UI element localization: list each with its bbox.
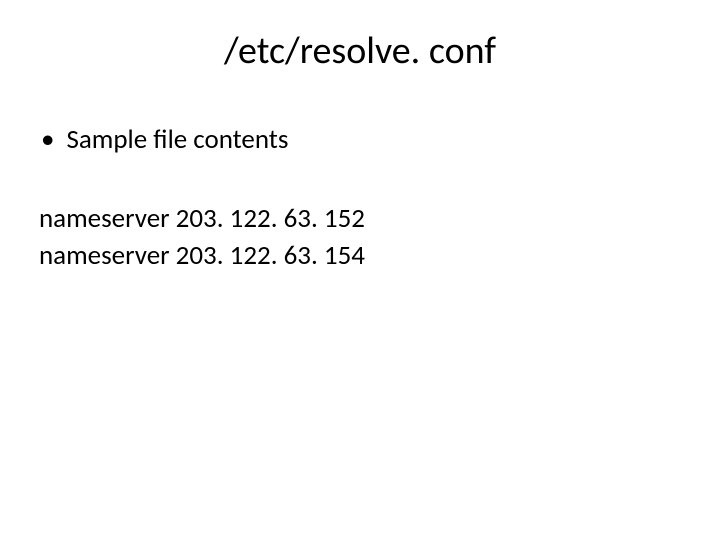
slide-container: /etc/resolve. conf • Sample file content… — [0, 0, 720, 540]
bullet-item: • Sample file contents — [35, 122, 685, 157]
content-line: nameserver 203. 122. 63. 152 — [39, 201, 685, 237]
bullet-text: Sample file contents — [66, 122, 288, 157]
slide-title: /etc/resolve. conf — [35, 28, 685, 74]
content-line: nameserver 203. 122. 63. 154 — [39, 238, 685, 274]
bullet-marker: • — [41, 122, 54, 157]
